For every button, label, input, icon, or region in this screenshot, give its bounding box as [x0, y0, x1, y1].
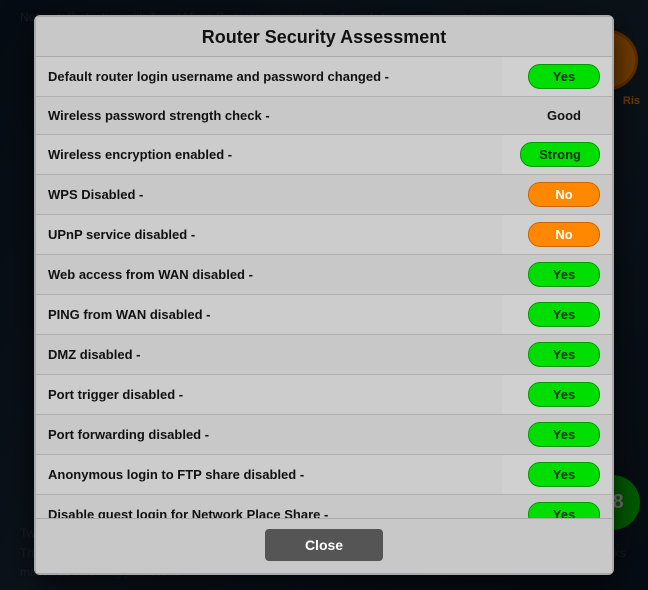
table-row: Anonymous login to FTP share disabled - Y… [36, 455, 612, 495]
row-label: Wireless encryption enabled - [36, 135, 502, 175]
row-value: Yes [502, 57, 612, 97]
table-row: Default router login username and passwo… [36, 57, 612, 97]
table-row: Wireless encryption enabled - Strong [36, 135, 612, 175]
row-value: Yes [502, 455, 612, 495]
table-row: Web access from WAN disabled - Yes [36, 255, 612, 295]
status-badge: Yes [528, 382, 600, 407]
security-table: Default router login username and passwo… [36, 57, 612, 518]
modal-footer: Close [36, 518, 612, 573]
row-label: UPnP service disabled - [36, 215, 502, 255]
row-label: Port forwarding disabled - [36, 415, 502, 455]
router-security-modal: Router Security Assessment Default route… [34, 15, 614, 575]
row-value: Yes [502, 295, 612, 335]
status-badge: No [528, 222, 600, 247]
table-row: PING from WAN disabled - Yes [36, 295, 612, 335]
row-label: Web access from WAN disabled - [36, 255, 502, 295]
table-row: Port trigger disabled - Yes [36, 375, 612, 415]
modal-header: Router Security Assessment [36, 17, 612, 57]
row-label: Port trigger disabled - [36, 375, 502, 415]
table-row: UPnP service disabled - No [36, 215, 612, 255]
row-label: Default router login username and passwo… [36, 57, 502, 97]
row-value: Strong [502, 135, 612, 175]
row-value: No [502, 175, 612, 215]
row-label: Wireless password strength check - [36, 97, 502, 135]
row-value: Yes [502, 375, 612, 415]
row-value: Yes [502, 255, 612, 295]
status-badge: Strong [520, 142, 600, 167]
row-value: Good [502, 97, 612, 135]
row-value: Yes [502, 415, 612, 455]
row-label: WPS Disabled - [36, 175, 502, 215]
status-badge: Yes [528, 64, 600, 89]
row-label: PING from WAN disabled - [36, 295, 502, 335]
row-label: Disable guest login for Network Place Sh… [36, 495, 502, 519]
status-badge: Yes [528, 342, 600, 367]
table-row: Wireless password strength check - Good [36, 97, 612, 135]
status-badge: Yes [528, 502, 600, 518]
row-value: Yes [502, 495, 612, 519]
status-badge: No [528, 182, 600, 207]
table-row: Port forwarding disabled - Yes [36, 415, 612, 455]
status-badge: Yes [528, 422, 600, 447]
row-label: DMZ disabled - [36, 335, 502, 375]
close-button[interactable]: Close [265, 529, 383, 561]
modal-body: Default router login username and passwo… [36, 57, 612, 518]
table-row: DMZ disabled - Yes [36, 335, 612, 375]
modal-title: Router Security Assessment [202, 27, 446, 47]
row-label: Anonymous login to FTP share disabled - [36, 455, 502, 495]
row-value: Yes [502, 335, 612, 375]
status-badge: Yes [528, 302, 600, 327]
status-badge: Yes [528, 462, 600, 487]
table-row: WPS Disabled - No [36, 175, 612, 215]
status-badge: Good [528, 104, 600, 127]
table-row: Disable guest login for Network Place Sh… [36, 495, 612, 519]
row-value: No [502, 215, 612, 255]
status-badge: Yes [528, 262, 600, 287]
modal-overlay: Router Security Assessment Default route… [0, 0, 648, 590]
